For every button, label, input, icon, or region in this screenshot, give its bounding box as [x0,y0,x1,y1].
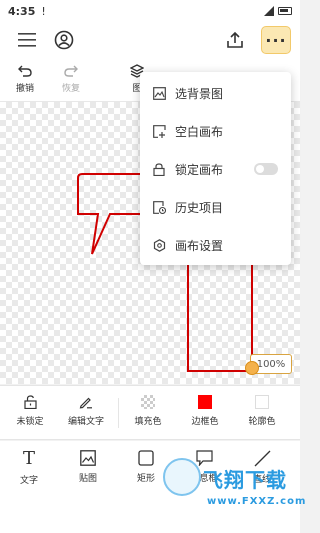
watermark-url: www.FXXZ.com [207,496,307,507]
menu-item-lock-canvas[interactable]: 锁定画布 [140,150,291,188]
outline-label: 轮廓色 [248,417,276,427]
rectangle-tool-button[interactable]: 矩形 [124,450,168,484]
profile-button[interactable] [48,24,80,56]
warning-icon: ! [41,4,46,18]
top-app-bar: ··· [0,22,300,58]
menu-item-label: 选背景图 [175,86,224,101]
hamburger-icon [18,33,36,47]
rectangle-shape [187,262,253,372]
lock-label: 未锁定 [16,417,44,427]
sticker-tool-button[interactable]: 贴图 [66,450,110,484]
hamburger-menu-button[interactable] [11,24,43,56]
unlock-icon [23,395,37,409]
image-icon [152,86,166,100]
lock-toggle-button[interactable]: 未锁定 [2,395,58,427]
image-icon [80,450,96,466]
fill-label: 填充色 [134,417,162,427]
edit-text-button[interactable]: 编辑文字 [58,395,114,427]
menu-item-label: 锁定画布 [175,162,224,177]
edit-text-label: 编辑文字 [67,417,104,427]
history-icon [152,200,166,214]
undo-icon [18,65,32,77]
outline-color-swatch [255,395,269,409]
battery-icon [278,7,292,15]
menu-item-history[interactable]: 历史项目 [140,188,291,226]
more-options-button[interactable]: ··· [261,26,291,54]
status-time: 4:35 [8,4,36,18]
share-icon [227,31,243,48]
more-dots-icon: ··· [265,30,287,50]
undo-label: 撤销 [15,84,34,94]
lock-canvas-toggle[interactable] [254,163,278,175]
fill-color-swatch [141,395,155,409]
redo-icon [64,65,78,77]
border-color-swatch [198,395,212,409]
redo-button[interactable]: 恢复 [51,64,91,94]
redo-label: 恢复 [61,84,80,94]
menu-item-blank-canvas[interactable]: 空白画布 [140,112,291,150]
bottom-tool-bar: T 文字 贴图 矩形 消息框 直线 飞翔下载 www.FXXZ.com [0,441,305,533]
menu-item-select-background[interactable]: 选背景图 [140,74,291,112]
properties-bar: 未锁定 编辑文字 填充色 边框色 轮廓色 [0,385,300,440]
menu-item-label: 空白画布 [175,124,224,139]
sticker-tool-label: 贴图 [78,474,97,484]
watermark-title: 飞翔下载 [203,468,287,492]
menu-item-canvas-settings[interactable]: 画布设置 [140,226,291,264]
lock-icon [152,162,166,176]
border-label: 边框色 [191,417,219,427]
props-divider [118,398,119,428]
pencil-icon [79,397,92,409]
border-color-button[interactable]: 边框色 [177,395,233,427]
menu-item-label: 历史项目 [175,200,224,215]
rectangle-icon [138,450,154,466]
text-tool-label: 文字 [19,476,38,486]
watermark-logo-icon [163,458,201,496]
status-icons [264,6,292,16]
status-bar: 4:35 ! [0,0,300,22]
rectangle-tool-label: 矩形 [136,474,155,484]
watermark: 飞翔下载 www.FXXZ.com [163,458,305,518]
options-dropdown-menu: 选背景图 空白画布 锁定画布 历史项目 画布设置 [140,72,291,265]
blank-canvas-icon [152,124,166,138]
text-tool-icon: T [22,448,35,469]
outline-color-button[interactable]: 轮廓色 [234,395,290,427]
share-button[interactable] [219,24,251,56]
text-tool-button[interactable]: T 文字 [7,448,51,487]
fill-color-button[interactable]: 填充色 [120,395,176,427]
user-icon [54,30,74,50]
signal-icon [264,6,274,16]
undo-button[interactable]: 撤销 [5,64,45,94]
settings-icon [152,238,166,252]
resize-handle[interactable] [245,361,259,375]
menu-item-label: 画布设置 [175,238,224,253]
